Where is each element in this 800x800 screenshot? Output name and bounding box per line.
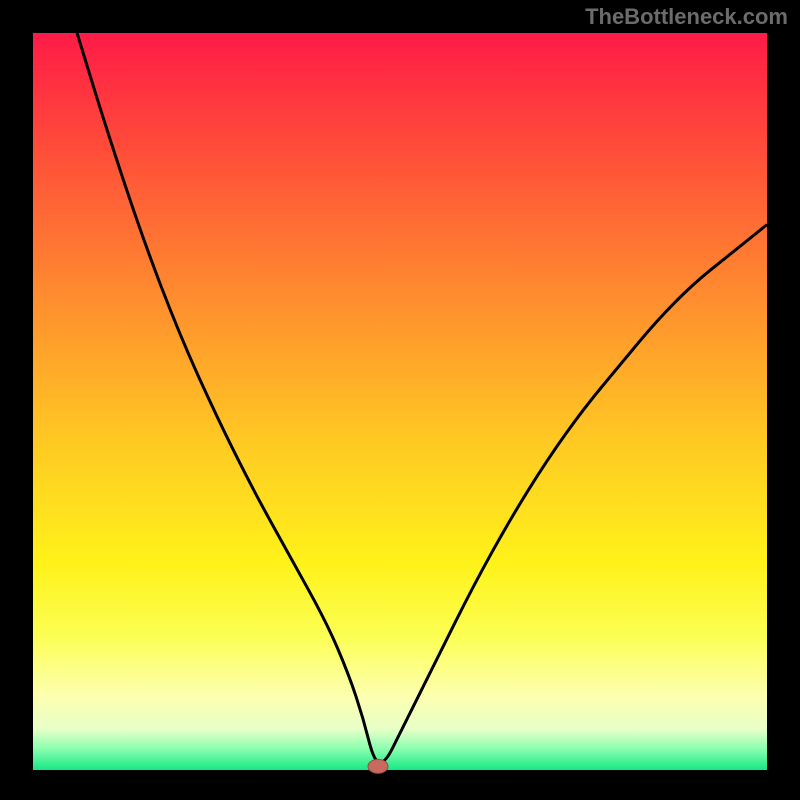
plot-background [33, 33, 767, 770]
watermark: TheBottleneck.com [585, 4, 788, 30]
bottleneck-chart [0, 0, 800, 800]
optimal-marker [368, 759, 388, 773]
chart-container: TheBottleneck.com [0, 0, 800, 800]
